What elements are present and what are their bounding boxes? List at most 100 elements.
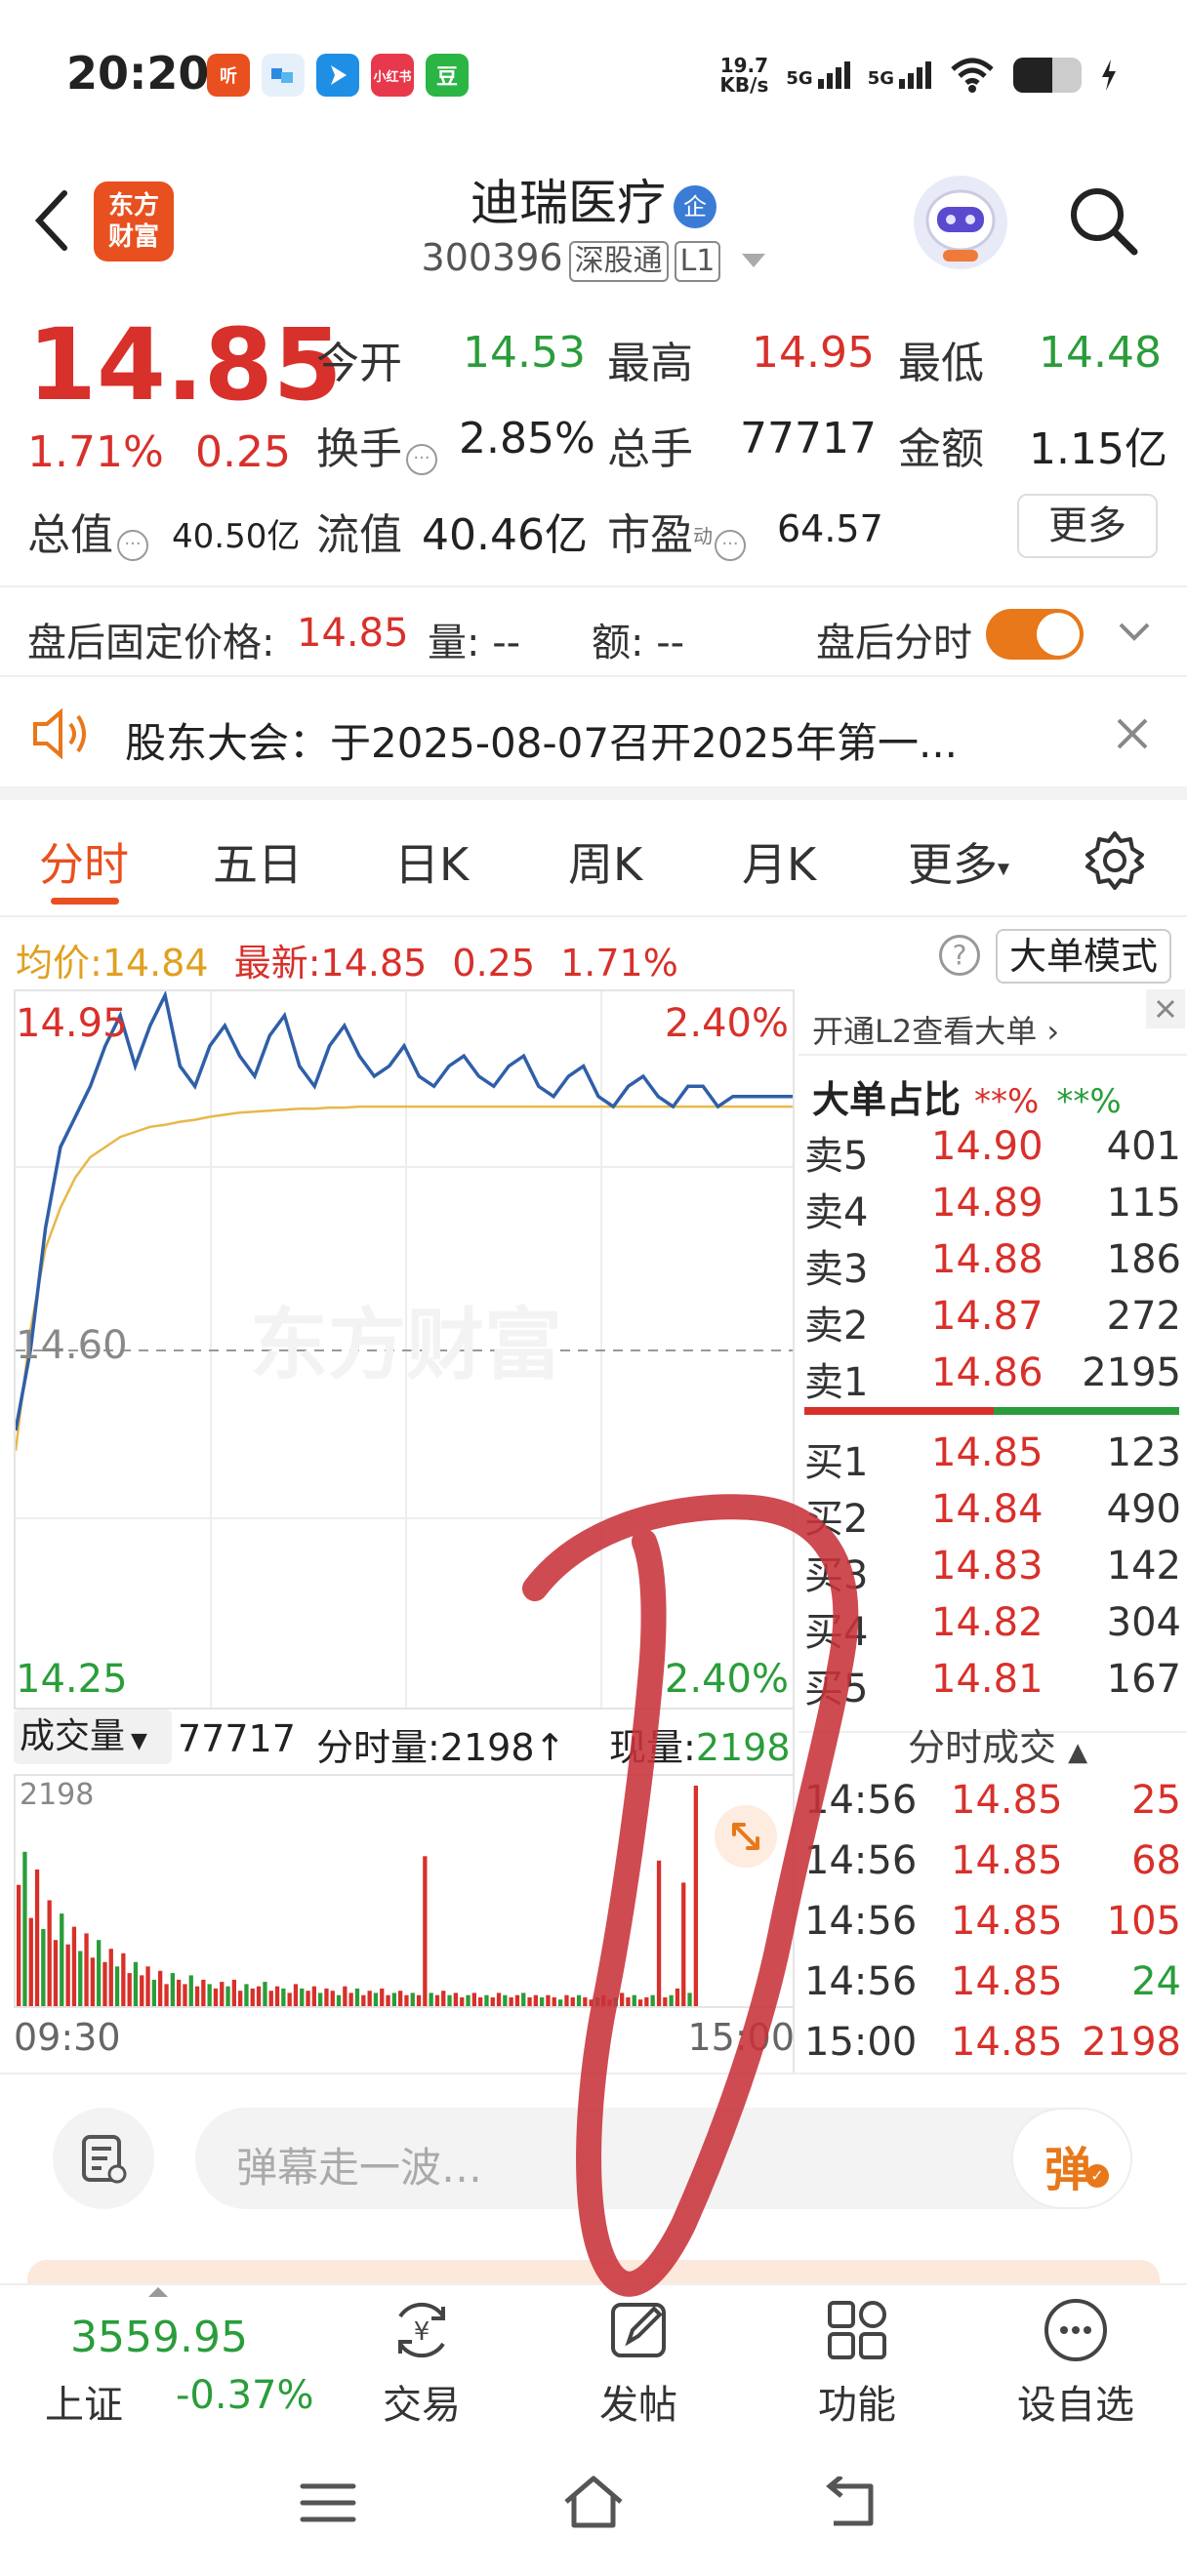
tab-five-day[interactable]: 五日 [213,829,303,894]
expand-button[interactable] [715,1805,777,1868]
order-book: 开通L2查看大单 › 大单占比 **% **% 卖5 14.90 401 卖4 14.89 1… [798,989,1187,2073]
danmu-settings-button[interactable] [53,2108,154,2209]
volume-bar [311,1986,316,2006]
danmu-placeholder: 弹幕走一波… [236,2144,483,2192]
volume-bar [170,1973,175,2006]
big-order-ratio: 大单占比 **% **% [812,1078,1122,1121]
volume-bar [145,1966,150,2006]
volume-bar [238,1991,243,2006]
more-dots-icon[interactable] [1037,2295,1115,2365]
help-icon[interactable]: ? [939,935,980,976]
gear-icon[interactable] [1084,829,1146,892]
grid-icon[interactable] [818,2295,896,2365]
trade-time: 14:56 [804,1959,918,2004]
search-icon[interactable] [1064,181,1142,260]
danmu-send-button[interactable]: 弹 ✓ [1011,2108,1132,2209]
ask-label: 卖2 [804,1304,869,1348]
bid-row: 买2 14.84 490 [804,1487,1185,1542]
info-dots-icon[interactable]: ··· [715,529,746,561]
close-icon[interactable] [1113,714,1152,753]
volume-bar [140,1975,144,2006]
volume-bar [97,1940,102,2006]
volume-bar [380,1988,385,2006]
caret-up-icon[interactable] [148,2287,168,2297]
back-nav-icon[interactable] [820,2476,882,2531]
volume-bar [637,1999,643,2006]
after-hours-bar: 盘后固定价格: 14.85 量: -- 额: -- 盘后分时 [0,585,1187,677]
after-hours-toggle[interactable] [986,609,1084,660]
volume-bar [336,1994,342,2006]
home-icon[interactable] [558,2473,629,2531]
search-button[interactable] [1064,181,1142,260]
chart-watermark: 东方财富 [250,1300,562,1390]
signal-icon-2: 5G [868,61,931,89]
volume-bar [354,1988,360,2006]
field-turnover[interactable]: 换手 ··· [316,414,437,476]
danmu-input[interactable]: 弹幕走一波… 弹 ✓ [195,2108,1132,2209]
robot-assistant-avatar[interactable] [914,176,1007,269]
close-panel-button[interactable] [1146,989,1185,1028]
nav-trade[interactable]: ¥ 交易 [363,2295,480,2430]
caret-down-icon[interactable] [742,253,766,267]
active-tab-indicator [51,898,119,905]
expand-icon[interactable] [715,1805,777,1868]
tab-more[interactable]: 更多▾ [908,829,1009,894]
tab-intraday[interactable]: 分时 [39,829,129,894]
l2-link-row[interactable]: 开通L2查看大单 › [798,989,1187,1056]
menu-icon[interactable] [299,2478,357,2527]
ask-volume: 401 [1106,1124,1181,1169]
field-market-cap[interactable]: 总值 ··· [27,500,148,562]
volume-bar [589,1999,594,2006]
y-low-label: 14.25 [16,1657,128,1702]
bid-label: 买3 [804,1553,869,1598]
danmu-list-icon[interactable] [53,2108,154,2209]
info-dots-icon[interactable]: ··· [117,529,148,561]
index-name[interactable]: 上证 [45,2373,123,2430]
volume-bar [348,1992,353,2006]
tab-month-k[interactable]: 月K [742,829,816,894]
volume-bar [613,1997,618,2006]
chevron-down-icon[interactable] [1115,617,1154,646]
index-value[interactable]: 3559.95 [70,2313,248,2362]
yen-cycle-icon[interactable]: ¥ [383,2295,461,2365]
intraday-chart[interactable]: 东方财富 14.95 14.60 14.25 2.40% 2.40% [14,989,795,1710]
tab-day-k[interactable]: 日K [394,829,469,894]
bid-row: 买5 14.81 167 [804,1657,1185,1711]
stock-title: 迪瑞医疗企 [0,164,1187,234]
y-high-label: 14.95 [16,1001,128,1046]
index-change[interactable]: -0.37% [176,2373,314,2418]
trade-volume: 24 [1131,1959,1181,2004]
stock-code-line[interactable]: 300396 深股通 L1 [0,236,1187,282]
volume-bar [669,1994,674,2006]
field-pe[interactable]: 市盈动 ··· [607,500,746,562]
field-low-value: 14.48 [1039,328,1162,378]
volume-bar [188,1975,193,2006]
ask-price: 14.86 [931,1350,1044,1395]
big-order-mode-button[interactable]: 大单模式 [996,929,1171,984]
nav-add-watchlist[interactable]: 设自选 [1017,2295,1134,2430]
volume-bar [287,1992,292,2006]
volume-bar [90,1957,95,2006]
info-dots-icon[interactable]: ··· [406,443,437,475]
volume-bar [693,1786,698,2006]
volume-bar [22,1851,27,2006]
volume-indicator-select[interactable]: 成交量 ▼ [14,1710,172,1764]
nav-post[interactable]: 发帖 [580,2295,697,2430]
volume-bar [460,1997,465,2006]
notice-banner[interactable]: 股东大会：于2025-08-07召开2025年第一... [0,677,1187,800]
ask-volume: 186 [1106,1237,1181,1282]
trades-title[interactable]: 分时成交 ▲ [908,1717,1087,1771]
close-icon[interactable] [1146,989,1185,1028]
volume-bar [620,1992,625,2006]
l2-link[interactable]: 开通L2查看大单 › [812,1007,1059,1052]
volume-bar [650,1994,655,2006]
edit-icon[interactable] [599,2295,677,2365]
intraday-chart-svg: 东方财富 [14,989,793,1708]
more-fields-button[interactable]: 更多 [1017,494,1158,558]
trade-time: 14:56 [804,1778,918,1823]
tab-week-k[interactable]: 周K [568,829,642,894]
trade-price: 14.85 [951,1899,1063,1944]
current-price: 14.85 [27,307,343,423]
nav-functions[interactable]: 功能 [798,2295,916,2430]
volume-bar [466,1994,471,2006]
